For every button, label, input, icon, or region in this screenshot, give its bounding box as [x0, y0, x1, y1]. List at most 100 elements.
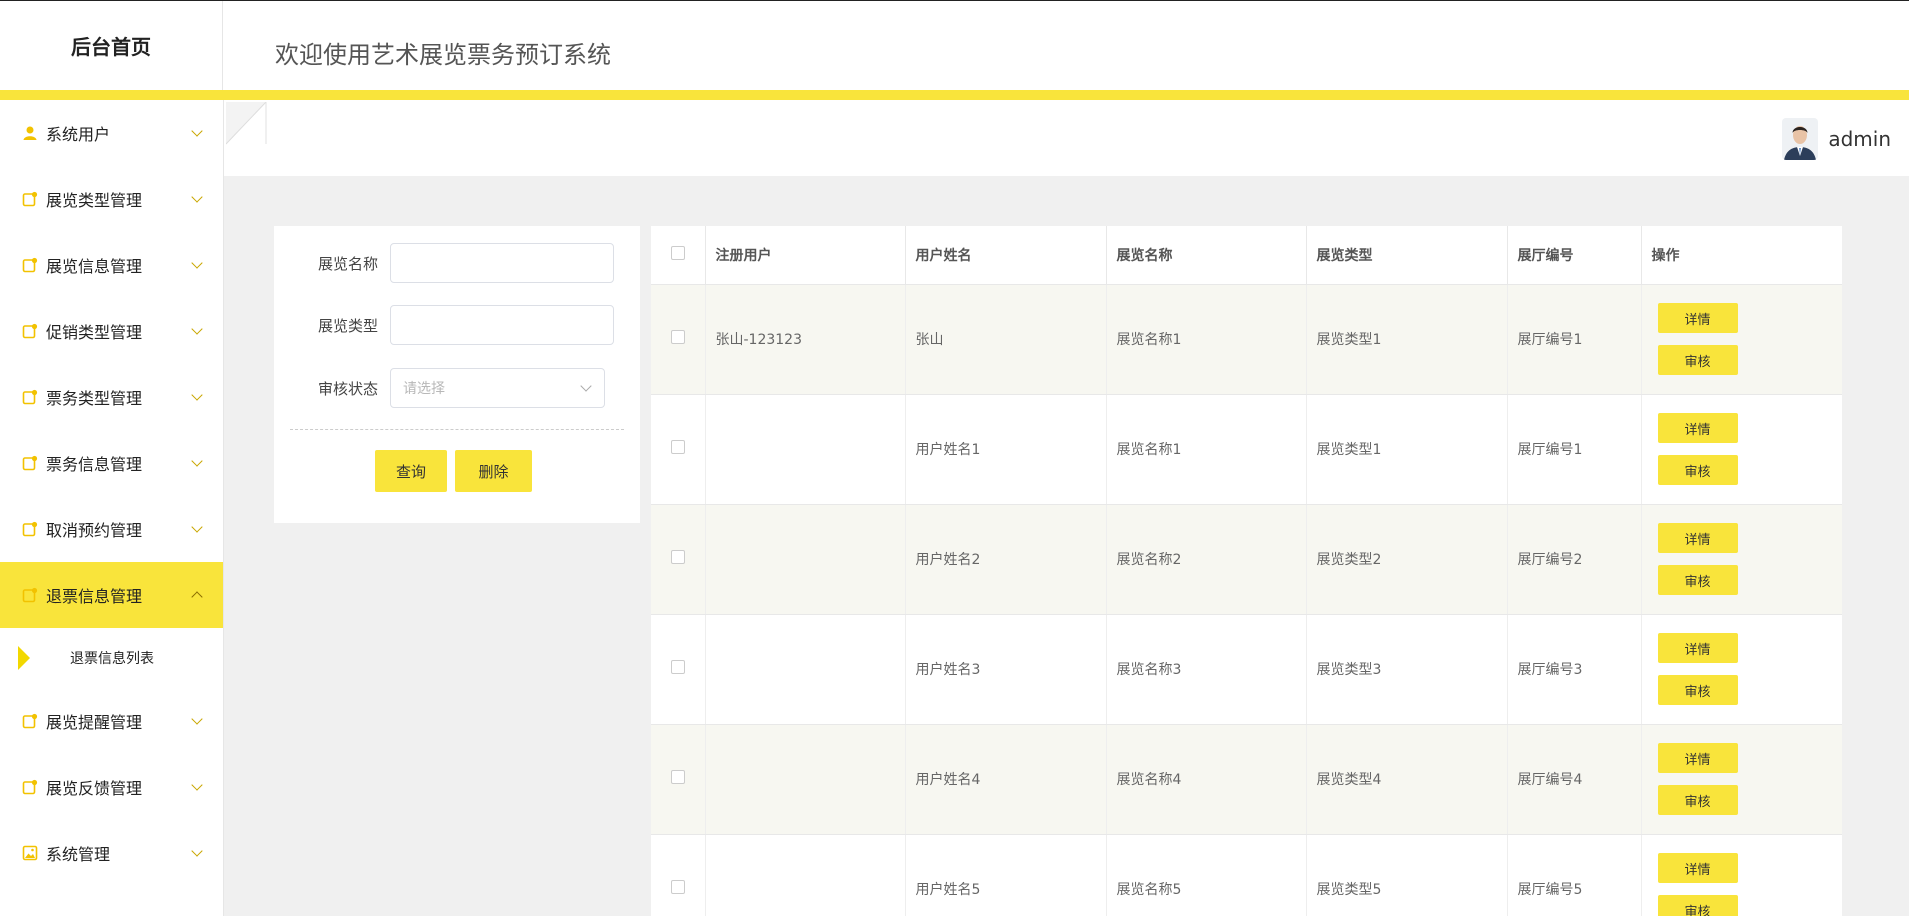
row-checkbox[interactable]	[670, 880, 685, 894]
sub-header	[224, 100, 1909, 176]
review-button[interactable]: 审核	[1657, 345, 1738, 375]
row-checkbox[interactable]	[670, 660, 685, 674]
sidebar-item-label: 系统用户	[46, 125, 111, 144]
data-table: 注册用户 用户姓名 展览名称 展览类型 展厅编号 操作 张山-123123 张山展…	[651, 226, 1842, 916]
user-menu[interactable]: admin	[1782, 118, 1891, 160]
top-header: 后台首页 欢迎使用艺术展览票务预订系统	[0, 0, 1909, 91]
table-cell: 展厅编号1	[1507, 394, 1642, 505]
active-indicator-icon	[18, 646, 30, 670]
detail-button[interactable]: 详情	[1657, 303, 1738, 333]
sidebar-item-label: 展览信息管理	[46, 257, 143, 276]
sidebar-subitem-label: 退票信息列表	[70, 651, 154, 667]
chevron-down-icon	[191, 125, 203, 137]
actions-cell: 详情 审核	[1641, 614, 1842, 725]
table-cell	[705, 394, 906, 505]
chevron-down-icon	[191, 521, 203, 533]
row-checkbox[interactable]	[670, 550, 685, 564]
avatar	[1782, 118, 1819, 160]
detail-button[interactable]: 详情	[1657, 743, 1738, 773]
select-all-checkbox[interactable]	[670, 245, 685, 260]
review-status-select[interactable]: 请选择	[390, 368, 605, 408]
note-icon	[22, 779, 38, 795]
sidebar-item-exhibition-type[interactable]: 展览类型管理	[0, 166, 223, 232]
chevron-down-icon	[191, 779, 203, 791]
table-cell: 展览类型3	[1306, 614, 1508, 725]
chevron-down-icon	[191, 713, 203, 725]
note-icon	[22, 323, 38, 339]
column-header: 展览名称	[1106, 226, 1307, 285]
sidebar-item-label: 退票信息管理	[46, 587, 143, 606]
note-icon	[22, 587, 38, 603]
chevron-up-icon	[191, 591, 203, 603]
detail-button[interactable]: 详情	[1657, 853, 1738, 883]
table-row: 用户姓名3 展览名称3 展览类型3 展厅编号3 详情 审核	[651, 614, 1842, 725]
sidebar-subitem-refund-list[interactable]: 退票信息列表	[0, 628, 223, 688]
review-button[interactable]: 审核	[1657, 455, 1738, 485]
sidebar-item-exhibition-reminder[interactable]: 展览提醒管理	[0, 688, 223, 754]
actions-cell: 详情 审核	[1641, 724, 1842, 835]
table-cell: 展览类型4	[1306, 724, 1508, 835]
exhibition-name-input[interactable]	[390, 243, 614, 283]
note-icon	[22, 713, 38, 729]
row-checkbox-cell	[651, 284, 706, 395]
chevron-down-icon	[191, 191, 203, 203]
exhibition-name-field: 展览名称	[274, 242, 640, 284]
note-icon	[22, 389, 38, 405]
chevron-down-icon	[191, 257, 203, 269]
review-status-field: 审核状态 请选择	[274, 367, 640, 409]
actions-cell: 详情 审核	[1641, 504, 1842, 615]
table-row: 用户姓名5 展览名称5 展览类型5 展厅编号5 详情 审核	[651, 834, 1842, 916]
table-cell: 展览名称3	[1106, 614, 1307, 725]
sidebar-item-cancel-booking[interactable]: 取消预约管理	[0, 496, 223, 562]
row-checkbox-cell	[651, 394, 706, 505]
table-cell: 展厅编号5	[1507, 834, 1642, 916]
column-header: 展览类型	[1306, 226, 1508, 285]
note-icon	[22, 521, 38, 537]
sidebar-item-system-user[interactable]: 系统用户	[0, 100, 223, 166]
sidebar-item-exhibition-info[interactable]: 展览信息管理	[0, 232, 223, 298]
collapse-toggle-icon[interactable]	[225, 101, 268, 146]
review-button[interactable]: 审核	[1657, 565, 1738, 595]
actions-cell: 详情 审核	[1641, 834, 1842, 916]
image-icon	[22, 845, 38, 861]
delete-button[interactable]: 删除	[455, 450, 532, 492]
row-checkbox[interactable]	[670, 770, 685, 784]
chevron-down-icon	[580, 380, 592, 392]
table-cell: 展厅编号3	[1507, 614, 1642, 725]
sidebar-item-label: 取消预约管理	[46, 521, 143, 540]
table-cell: 用户姓名2	[905, 504, 1107, 615]
sidebar-item-label: 票务信息管理	[46, 455, 143, 474]
query-button[interactable]: 查询	[375, 450, 447, 492]
note-icon	[22, 257, 38, 273]
table-row: 用户姓名4 展览名称4 展览类型4 展厅编号4 详情 审核	[651, 724, 1842, 835]
table-cell: 用户姓名4	[905, 724, 1107, 835]
detail-button[interactable]: 详情	[1657, 633, 1738, 663]
exhibition-type-input[interactable]	[390, 305, 614, 345]
username: admin	[1828, 127, 1891, 151]
sidebar-item-ticket-type[interactable]: 票务类型管理	[0, 364, 223, 430]
sidebar-item-label: 系统管理	[46, 845, 111, 864]
review-button[interactable]: 审核	[1657, 895, 1738, 916]
table-cell: 展览类型1	[1306, 284, 1508, 395]
table-cell: 展览类型2	[1306, 504, 1508, 615]
sidebar-item-refund-info[interactable]: 退票信息管理	[0, 562, 223, 628]
sidebar-item-label: 展览类型管理	[46, 191, 143, 210]
detail-button[interactable]: 详情	[1657, 523, 1738, 553]
sidebar-item-exhibition-feedback[interactable]: 展览反馈管理	[0, 754, 223, 820]
review-button[interactable]: 审核	[1657, 785, 1738, 815]
row-checkbox[interactable]	[670, 440, 685, 454]
row-checkbox[interactable]	[670, 330, 685, 344]
table-cell	[705, 834, 906, 916]
table-row: 张山-123123 张山 展览名称1 展览类型1 展厅编号1 详情 审核	[651, 284, 1842, 395]
review-button[interactable]: 审核	[1657, 675, 1738, 705]
sidebar-item-system-management[interactable]: 系统管理	[0, 820, 223, 886]
sidebar-item-ticket-info[interactable]: 票务信息管理	[0, 430, 223, 496]
select-all-checkbox-cell	[651, 226, 706, 285]
table-cell	[705, 614, 906, 725]
table-cell: 展览名称5	[1106, 834, 1307, 916]
detail-button[interactable]: 详情	[1657, 413, 1738, 443]
exhibition-type-field: 展览类型	[274, 304, 640, 346]
home-link[interactable]: 后台首页	[0, 1, 223, 91]
sidebar-item-promotion-type[interactable]: 促销类型管理	[0, 298, 223, 364]
sidebar-item-label: 票务类型管理	[46, 389, 143, 408]
